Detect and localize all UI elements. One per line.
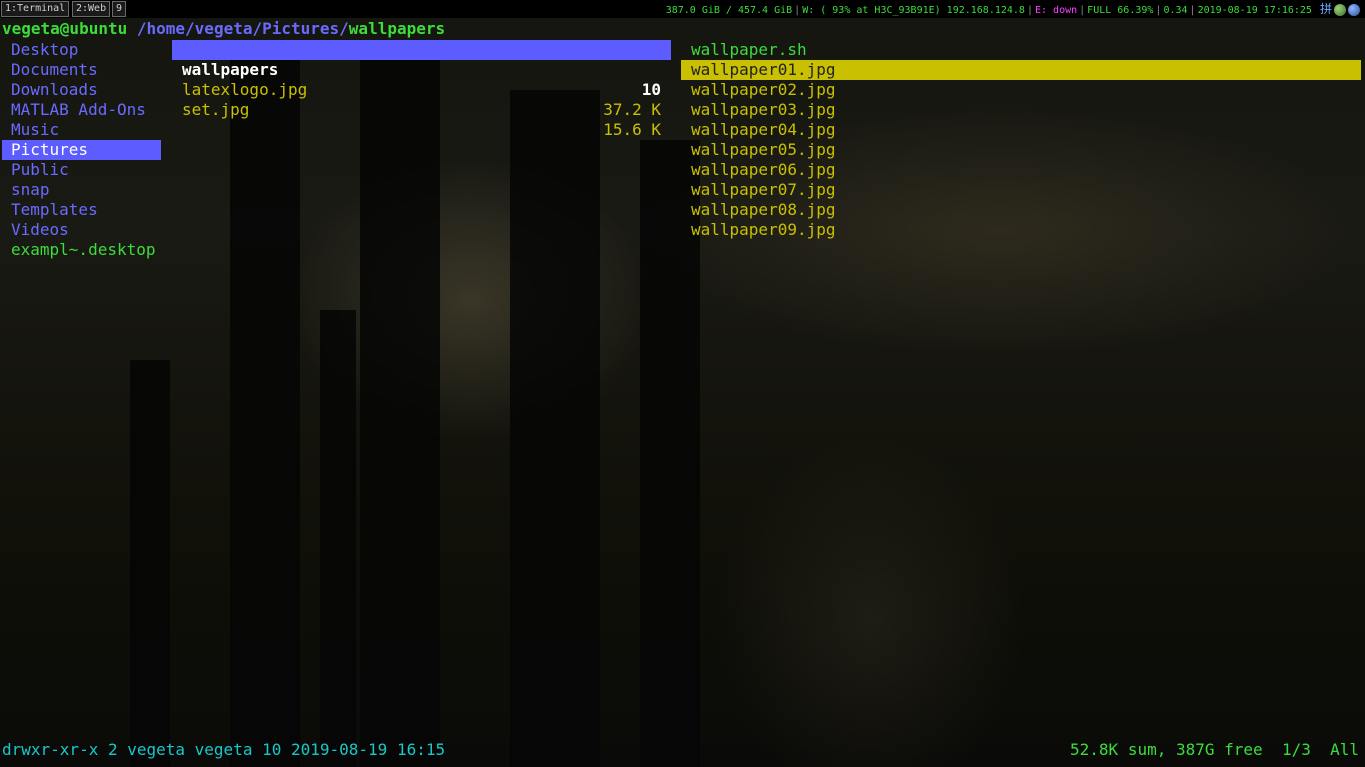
- workspace-button-terminal[interactable]: 1:Terminal: [1, 1, 70, 17]
- parent-dir-entry-downloads[interactable]: Downloads: [11, 80, 98, 100]
- parent-dir-entry-snap[interactable]: snap: [11, 180, 50, 200]
- preview-entry-wallpaper05[interactable]: wallpaper05.jpg: [681, 140, 1361, 160]
- file-info-statusline: drwxr-xr-x 2 vegeta vegeta 10 2019-08-19…: [2, 740, 446, 759]
- preview-entry-wallpaper02[interactable]: wallpaper02.jpg: [681, 80, 1361, 100]
- current-directory-name: wallpapers: [348, 19, 446, 38]
- preview-entry-wallpaper-sh[interactable]: wallpaper.sh: [681, 40, 1361, 60]
- tray-network-icon[interactable]: [1348, 4, 1360, 16]
- user-host: vegeta@ubuntu: [2, 19, 128, 38]
- preview-entry-wallpaper09[interactable]: wallpaper09.jpg: [681, 220, 1361, 240]
- preview-entry-wallpaper01[interactable]: wallpaper01.jpg: [681, 60, 1361, 80]
- ethernet-status: E: down: [1034, 5, 1078, 16]
- preview-entry-wallpaper03[interactable]: wallpaper03.jpg: [681, 100, 1361, 120]
- entry-size: 37.2 K: [603, 100, 661, 119]
- status-blocks: 387.0 GiB / 457.4 GiB | W: ( 93% at H3C_93…: [665, 0, 1361, 18]
- entry-size: 15.6 K: [603, 120, 661, 139]
- background-tower: [230, 60, 300, 767]
- parent-dir-entry-documents[interactable]: Documents: [11, 60, 98, 80]
- input-method-icon[interactable]: 拼: [1320, 2, 1332, 16]
- current-dir-entry-set[interactable]: set.jpg 15.6 K: [172, 80, 671, 139]
- preview-entry-wallpaper04[interactable]: wallpaper04.jpg: [681, 120, 1361, 140]
- desktop-screen: 1:Terminal 2:Web 9 387.0 GiB / 457.4 GiB…: [0, 0, 1365, 767]
- preview-entry-wallpaper08[interactable]: wallpaper08.jpg: [681, 200, 1361, 220]
- tray-app-icon[interactable]: [1334, 4, 1346, 16]
- parent-dir-entry-public[interactable]: Public: [11, 160, 69, 180]
- parent-dir-entry-templates[interactable]: Templates: [11, 200, 98, 220]
- parent-dir-entry-desktop[interactable]: Desktop: [11, 40, 78, 60]
- workspace-button-web[interactable]: 2:Web: [72, 1, 111, 17]
- parent-dir-entry-matlab-add-ons[interactable]: MATLAB Add-Ons: [11, 100, 146, 120]
- i3-status-bar: 1:Terminal 2:Web 9 387.0 GiB / 457.4 GiB…: [0, 0, 1365, 18]
- background-tower: [320, 310, 356, 767]
- current-dir-entry-wallpapers[interactable]: wallpapers 10: [172, 40, 671, 99]
- entry-name: set.jpg: [182, 100, 250, 119]
- path-prefix: /home/vegeta/Pictures/: [136, 19, 349, 38]
- wifi-status: W: ( 93% at H3C_93B91E) 192.168.124.8: [802, 5, 1025, 16]
- preview-entry-wallpaper07[interactable]: wallpaper07.jpg: [681, 180, 1361, 200]
- parent-dir-entry-pictures[interactable]: Pictures: [2, 140, 161, 160]
- parent-dir-entry-music[interactable]: Music: [11, 120, 59, 140]
- parent-dir-entry-videos[interactable]: Videos: [11, 220, 69, 240]
- load-status: 0.34: [1163, 5, 1188, 16]
- datetime-status: 2019-08-19 17:16:25: [1197, 5, 1312, 16]
- disk-status: 387.0 GiB / 457.4 GiB: [665, 5, 793, 16]
- directory-summary: 52.8K sum, 387G free 1/3 All: [1070, 740, 1359, 759]
- background-tower: [130, 360, 170, 767]
- current-dir-entry-latexlogo[interactable]: latexlogo.jpg 37.2 K: [172, 60, 671, 119]
- background-tower: [360, 40, 440, 767]
- background-tower: [510, 90, 600, 767]
- ranger-title-path: vegeta@ubuntu /home/vegeta/Pictures/wall…: [2, 19, 445, 39]
- battery-status: FULL 66.39%: [1087, 5, 1154, 16]
- parent-dir-entry-desktop-file[interactable]: exampl~.desktop: [11, 240, 156, 260]
- preview-entry-wallpaper06[interactable]: wallpaper06.jpg: [681, 160, 1361, 180]
- workspace-button-9[interactable]: 9: [112, 1, 127, 17]
